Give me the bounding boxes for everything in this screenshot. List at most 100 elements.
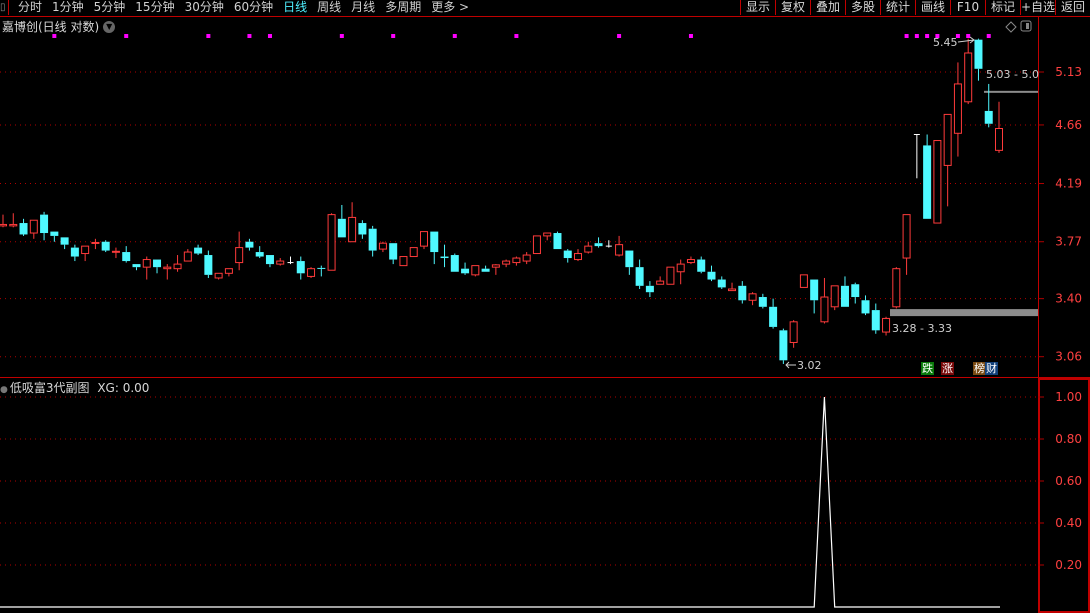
tab-0[interactable]: 分时	[18, 0, 42, 15]
candle	[19, 218, 28, 236]
candle	[307, 267, 316, 278]
y-tick-label: 4.66	[1055, 118, 1082, 132]
candle	[81, 245, 90, 262]
sub-y-tick-label: 0.40	[1055, 516, 1082, 530]
candle-body	[50, 231, 59, 236]
period-toolbar: ▯ 分时 1分钟 5分钟 15分钟 30分钟 60分钟 日线 周线 月线 多周期 更多 > 显示 复权…	[0, 0, 1090, 17]
candle-body	[676, 263, 685, 273]
candle-body	[307, 268, 316, 277]
candle-body	[276, 260, 285, 265]
candle	[389, 243, 398, 265]
candle	[214, 272, 223, 280]
candle	[851, 282, 860, 304]
candle-body	[594, 243, 603, 247]
candle-body	[317, 267, 326, 269]
toolbar-button-5[interactable]: 画线	[915, 0, 950, 15]
signal-marker	[986, 34, 991, 38]
candle-body	[265, 255, 274, 265]
candle	[409, 247, 418, 258]
candle	[563, 249, 572, 263]
signal-marker	[914, 34, 919, 38]
candle	[163, 264, 172, 280]
candle	[605, 240, 612, 248]
toolbar-button-4[interactable]: 统计	[880, 0, 915, 15]
up-badge[interactable]: 涨	[941, 362, 954, 375]
toolbar-button-2[interactable]: 叠加	[810, 0, 845, 15]
sub-y-tick-label: 1.00	[1055, 390, 1082, 404]
candle	[337, 204, 346, 238]
tab-7[interactable]: 周线	[317, 0, 341, 15]
sub-chart-header: ● 低吸富3代副图 XG: 0.00	[0, 379, 149, 396]
toolbar-button-7[interactable]: 标记	[985, 0, 1020, 15]
chart-function-buttons: 显示 复权 叠加 多股 统计 画线 F10 标记 +自选 返回	[740, 0, 1090, 15]
candle	[287, 256, 294, 265]
candle-body	[871, 310, 880, 331]
tab-6[interactable]: 日线	[283, 0, 307, 15]
candle-body	[81, 245, 90, 255]
tab-9[interactable]: 多周期	[385, 0, 421, 15]
chevron-down-icon[interactable]: ▼	[103, 20, 116, 33]
toolbar-button-3[interactable]: 多股	[845, 0, 880, 15]
candle	[882, 316, 891, 336]
down-badge[interactable]: 跌	[921, 362, 934, 375]
candle-body	[409, 247, 418, 258]
candle-body	[532, 235, 541, 255]
candle	[943, 113, 952, 207]
candle	[656, 276, 665, 285]
toolbar-button-6[interactable]: F10	[950, 0, 985, 15]
candle	[810, 279, 819, 314]
tab-3[interactable]: 15分钟	[135, 0, 174, 15]
y-tick-label: 3.77	[1055, 235, 1082, 249]
chart-title: 嘉博创(日线 对数) ▼	[2, 18, 116, 35]
candle-body	[953, 83, 962, 134]
toolbar-button-0[interactable]: 显示	[740, 0, 775, 15]
candle-body	[707, 271, 716, 280]
candle	[728, 282, 737, 292]
tab-5[interactable]: 60分钟	[234, 0, 273, 15]
candle	[995, 101, 1003, 153]
signal-marker	[391, 34, 396, 38]
candle-body	[799, 274, 808, 288]
panel-toggle-icon[interactable]: ▯	[0, 0, 9, 15]
candle-body	[224, 268, 233, 274]
sub-chart-title: 低吸富3代副图	[9, 381, 90, 395]
candle	[707, 265, 716, 282]
finance-badge[interactable]: 财	[985, 362, 998, 375]
tab-10[interactable]: 更多 >	[431, 0, 469, 15]
candle-body	[471, 265, 480, 276]
chart-canvas[interactable]: 5.13 4.66 4.19 3.77 3.40 3.06 1.00 0.80 0.60 0.4…	[0, 0, 1090, 613]
candle	[378, 241, 387, 253]
candle	[717, 276, 726, 290]
window-toggle-fill	[1026, 23, 1029, 29]
candle	[635, 259, 644, 290]
candle-body	[296, 261, 305, 274]
candle-body	[728, 288, 737, 292]
bullet-icon: ●	[0, 385, 8, 395]
candle-body	[512, 257, 521, 264]
toolbar-button-8[interactable]: +自选	[1020, 0, 1055, 15]
candle	[9, 213, 18, 228]
candle-body	[142, 259, 151, 268]
candle	[265, 255, 274, 268]
toolbar-button-1[interactable]: 复权	[775, 0, 810, 15]
candle-body	[563, 250, 572, 259]
tab-4[interactable]: 30分钟	[185, 0, 224, 15]
tab-2[interactable]: 5分钟	[94, 0, 126, 15]
candle-body	[153, 259, 162, 268]
y-tick-label: 3.40	[1055, 292, 1082, 306]
signal-marker	[935, 34, 940, 38]
signal-marker	[617, 34, 622, 38]
candle	[368, 225, 377, 257]
candle-body	[29, 219, 38, 234]
stock-title: 嘉博创(日线 对数)	[2, 20, 100, 34]
candle-body	[214, 272, 223, 279]
candle	[923, 134, 932, 219]
candle	[70, 244, 79, 262]
toolbar-button-9[interactable]: 返回	[1055, 0, 1090, 15]
candle	[871, 303, 880, 334]
tab-8[interactable]: 月线	[351, 0, 375, 15]
candle-body	[430, 231, 439, 253]
tab-1[interactable]: 1分钟	[52, 0, 84, 15]
candle	[984, 83, 993, 128]
candle	[204, 250, 213, 278]
